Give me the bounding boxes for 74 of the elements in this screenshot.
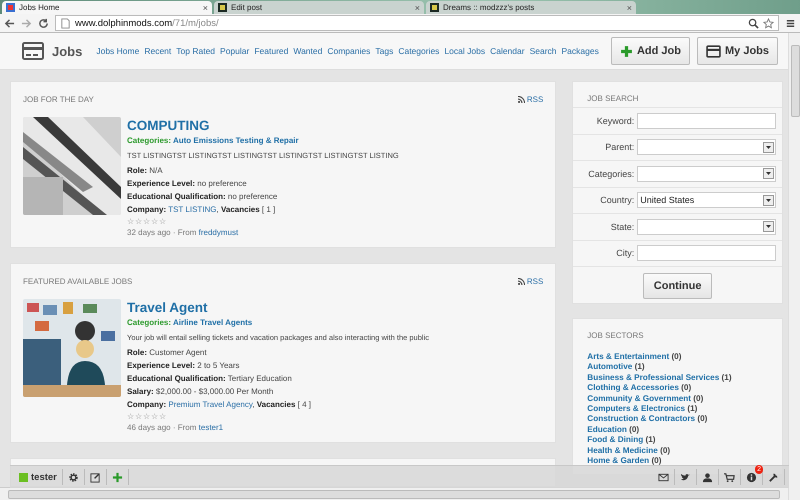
job-title[interactable]: Travel Agent bbox=[127, 299, 429, 316]
nav-link[interactable]: Search bbox=[530, 46, 557, 56]
sector-item[interactable]: Computers & Electronics (1) bbox=[587, 404, 698, 414]
page-title: Jobs bbox=[52, 44, 82, 58]
sector-item[interactable]: Home & Garden (0) bbox=[587, 456, 662, 466]
nav-link[interactable]: Top Rated bbox=[176, 46, 216, 56]
section-title: JOB FOR THE DAY bbox=[23, 95, 94, 104]
sector-item[interactable]: Food & Dining (1) bbox=[587, 435, 656, 446]
field-label: Parent: bbox=[604, 142, 634, 152]
nav-link[interactable]: Packages bbox=[562, 46, 599, 56]
job-meta: 46 days ago · From tester1 bbox=[127, 422, 224, 434]
star-rating[interactable]: ☆☆☆☆☆ bbox=[127, 217, 399, 226]
field-label: City: bbox=[615, 248, 634, 258]
sector-item[interactable]: Education (0) bbox=[587, 424, 640, 436]
url-path: /71/m/jobs/ bbox=[172, 18, 219, 28]
rss-link[interactable]: RSS bbox=[518, 95, 544, 104]
job-title[interactable]: COMPUTING bbox=[127, 117, 399, 134]
sector-item[interactable]: Arts & Entertainment (0) bbox=[587, 352, 682, 362]
tab-close-icon[interactable]: × bbox=[202, 2, 208, 12]
category-link[interactable]: Airline Travel Agents bbox=[172, 318, 252, 327]
job-company: Company: Premium Travel Agency, Vacancies [ 4 ] bbox=[127, 399, 312, 411]
job-detail: Educational Qualification: Tertiary Education bbox=[127, 373, 293, 385]
job-detail: Salary: $2,000.00 - $3,000.00 Per Month bbox=[127, 386, 274, 398]
sector-item[interactable]: Business & Professional Services (1) bbox=[587, 372, 732, 384]
job-category: Categories: Airline Travel Agents bbox=[127, 317, 254, 329]
rss-link[interactable]: RSS bbox=[518, 277, 544, 286]
browser-tab[interactable]: Jobs Home × bbox=[2, 1, 212, 14]
field-label: Categories: bbox=[587, 168, 634, 179]
url-host: www.dolphinmods.com bbox=[75, 18, 172, 28]
star-rating[interactable]: ☆☆☆☆☆ bbox=[127, 412, 429, 421]
sector-item[interactable]: Community & Government (0) bbox=[587, 394, 704, 404]
section-title: FEATURED AVAILABLE JOBS bbox=[23, 277, 132, 286]
sector-item[interactable]: Clothing & Accessories (0) bbox=[587, 383, 692, 394]
job-meta: 32 days ago · From freddymust bbox=[127, 227, 240, 239]
job-detail: Experience Level: no preference bbox=[127, 178, 248, 190]
job-detail: Experience Level: 2 to 5 Years bbox=[127, 360, 241, 372]
company-link[interactable]: TST LISTING bbox=[168, 205, 217, 214]
field-label: Keyword: bbox=[596, 116, 634, 126]
tab-close-icon[interactable]: × bbox=[414, 2, 420, 12]
nav-link[interactable]: Categories bbox=[398, 46, 440, 56]
nav-link[interactable]: Featured bbox=[254, 46, 288, 56]
nav-link[interactable]: Jobs Home bbox=[96, 46, 140, 56]
nav-link[interactable]: Calendar bbox=[490, 46, 525, 56]
nav-link[interactable]: Tags bbox=[375, 46, 394, 56]
job-detail: Educational Qualification: no preference bbox=[127, 191, 278, 203]
browser-tab[interactable]: Edit post × bbox=[214, 1, 424, 14]
job-detail: Role: Customer Agent bbox=[127, 347, 208, 359]
nav-link[interactable]: Wanted bbox=[293, 46, 322, 56]
nav-link[interactable]: Companies bbox=[327, 46, 370, 56]
tab-close-icon[interactable]: × bbox=[626, 2, 632, 12]
address-field[interactable]: www.dolphinmods.com/71/m/jobs/ bbox=[55, 15, 779, 31]
job-category: Categories: Auto Emissions Testing & Repair bbox=[127, 135, 300, 147]
nav-link[interactable]: Local Jobs bbox=[444, 46, 486, 56]
nav-link[interactable]: Recent bbox=[144, 46, 172, 56]
job-detail: Role: N/A bbox=[127, 165, 164, 177]
field-label: Country: bbox=[599, 195, 634, 206]
field-label: State: bbox=[610, 222, 634, 232]
user-name[interactable]: tester bbox=[31, 472, 57, 482]
author-link[interactable]: tester1 bbox=[198, 423, 224, 432]
sector-item[interactable]: Health & Medicine (0) bbox=[587, 446, 670, 456]
panel-title: JOB SECTORS bbox=[586, 330, 645, 342]
add-job-button[interactable]: Add Job bbox=[610, 37, 690, 65]
select-field[interactable]: United States bbox=[637, 192, 776, 208]
my-jobs-button[interactable]: My Jobs bbox=[696, 37, 778, 65]
panel-title: JOB SEARCH bbox=[586, 93, 640, 105]
nav-link[interactable]: Popular bbox=[220, 46, 250, 56]
company-link[interactable]: Premium Travel Agency bbox=[168, 400, 252, 409]
browser-tab[interactable]: Dreams :: modzzz's posts × bbox=[426, 1, 636, 14]
continue-button[interactable]: Continue bbox=[642, 273, 712, 299]
sector-item[interactable]: Automotive (1) bbox=[587, 362, 645, 373]
sector-item[interactable]: Construction & Contractors (0) bbox=[587, 414, 708, 425]
author-link[interactable]: freddymust bbox=[198, 228, 238, 237]
job-company: Company: TST LISTING, Vacancies [ 1 ] bbox=[127, 204, 276, 216]
category-link[interactable]: Auto Emissions Testing & Repair bbox=[172, 136, 299, 145]
